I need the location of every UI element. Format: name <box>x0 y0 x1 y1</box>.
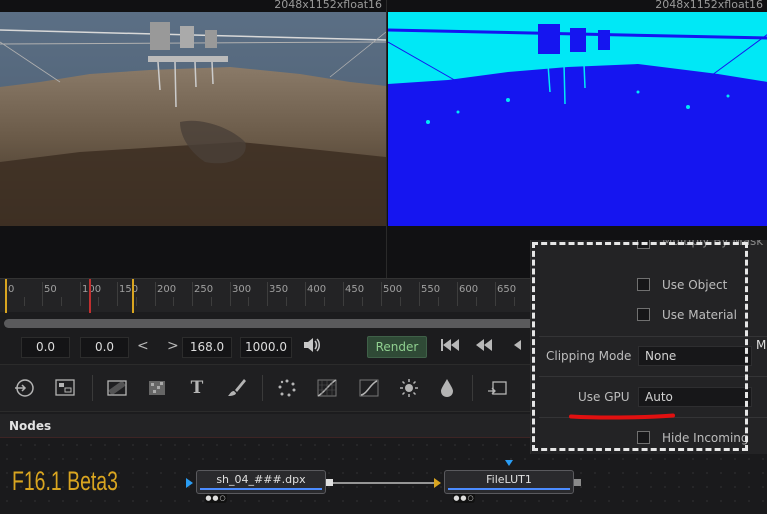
use-object-checkbox[interactable] <box>637 278 650 291</box>
version-watermark: F16.1 Beta3 <box>12 466 118 496</box>
background-icon[interactable] <box>104 375 130 401</box>
node-loader[interactable]: sh_04_###.dpx ●●○ <box>196 470 326 503</box>
clipping-mode-dropdown[interactable]: None <box>638 346 752 366</box>
current-time-field[interactable]: 168.0 <box>182 337 232 358</box>
step-back-button[interactable]: < <box>137 338 149 354</box>
paint-icon[interactable] <box>224 375 250 401</box>
ruler-tick: 100 <box>82 284 102 295</box>
use-material-checkbox[interactable] <box>637 308 650 321</box>
text-icon[interactable]: T <box>184 375 210 401</box>
inspector-panel: Multiply By Mask Use Object Use Material… <box>530 240 767 454</box>
global-start-field[interactable]: 0.0 <box>21 337 70 358</box>
use-gpu-label: Use GPU <box>578 390 630 404</box>
ruler-tick: 450 <box>345 284 365 295</box>
color-corrector-icon[interactable] <box>396 375 422 401</box>
node-filelut[interactable]: FileLUT1 ●●○ <box>444 470 574 503</box>
viewer-right[interactable]: 2048x1152xfloat16 <box>386 0 767 278</box>
ruler-tick: 350 <box>269 284 289 295</box>
fast-noise-icon[interactable] <box>144 375 170 401</box>
viewer-left-image <box>0 12 386 226</box>
ruler-tick: 550 <box>421 284 441 295</box>
multiply-by-mask-checkbox[interactable] <box>637 240 650 249</box>
hide-incoming-label: Hide Incoming <box>662 431 749 445</box>
ruler-tick: 0 <box>8 284 15 295</box>
render-button[interactable]: Render <box>367 336 427 358</box>
use-material-label: Use Material <box>662 308 737 322</box>
render-start-field[interactable]: 0.0 <box>80 337 129 358</box>
global-end-field[interactable]: 1000.0 <box>240 337 292 358</box>
hide-incoming-checkbox[interactable] <box>637 431 650 444</box>
node-view-indicators[interactable]: ●●○ <box>453 494 475 503</box>
node-label: sh_04_###.dpx <box>216 473 306 486</box>
rewind-icon[interactable] <box>474 337 494 357</box>
ruler-tick: 200 <box>157 284 177 295</box>
brightness-contrast-icon[interactable] <box>356 375 382 401</box>
render-start-marker[interactable] <box>5 279 7 313</box>
ruler-tick: 50 <box>44 284 57 295</box>
inspector-edge-label: M <box>756 338 767 352</box>
render-end-marker[interactable] <box>132 279 134 313</box>
merge-icon[interactable] <box>11 375 37 401</box>
ruler-tick: 500 <box>383 284 403 295</box>
ruler-tick: 150 <box>119 284 139 295</box>
audio-icon[interactable] <box>302 336 322 358</box>
highlight-underline <box>568 405 676 420</box>
viewer-left[interactable]: 2048x1152xfloat16 <box>0 0 386 278</box>
go-to-start-icon[interactable] <box>440 337 462 357</box>
node-view-indicators[interactable]: ●●○ <box>205 494 227 503</box>
ruler-tick: 250 <box>194 284 214 295</box>
playhead[interactable] <box>89 279 91 313</box>
loader-icon[interactable] <box>52 375 78 401</box>
use-object-label: Use Object <box>662 278 728 292</box>
transform-icon[interactable] <box>484 375 510 401</box>
ruler-tick: 300 <box>232 284 252 295</box>
ruler-tick: 600 <box>459 284 479 295</box>
blur-icon[interactable] <box>434 375 460 401</box>
step-forward-button[interactable]: > <box>167 338 179 354</box>
use-gpu-dropdown[interactable]: Auto <box>638 387 752 407</box>
particles-icon[interactable] <box>274 375 300 401</box>
nodes-panel-title: Nodes <box>9 419 52 433</box>
ruler-tick: 400 <box>307 284 327 295</box>
color-curves-icon[interactable] <box>314 375 340 401</box>
viewer-left-resolution: 2048x1152xfloat16 <box>274 0 382 11</box>
play-reverse-icon[interactable] <box>512 337 522 357</box>
node-label: FileLUT1 <box>486 473 532 486</box>
viewer-right-image <box>388 12 767 226</box>
ruler-tick: 650 <box>497 284 517 295</box>
multiply-by-mask-label: Multiply By Mask <box>662 240 764 248</box>
fusion-window: 2048x1152xfloat16 2048x1152xfloat16 0 50… <box>0 0 767 514</box>
clipping-mode-label: Clipping Mode <box>546 349 632 363</box>
viewer-right-resolution: 2048x1152xfloat16 <box>655 0 763 11</box>
